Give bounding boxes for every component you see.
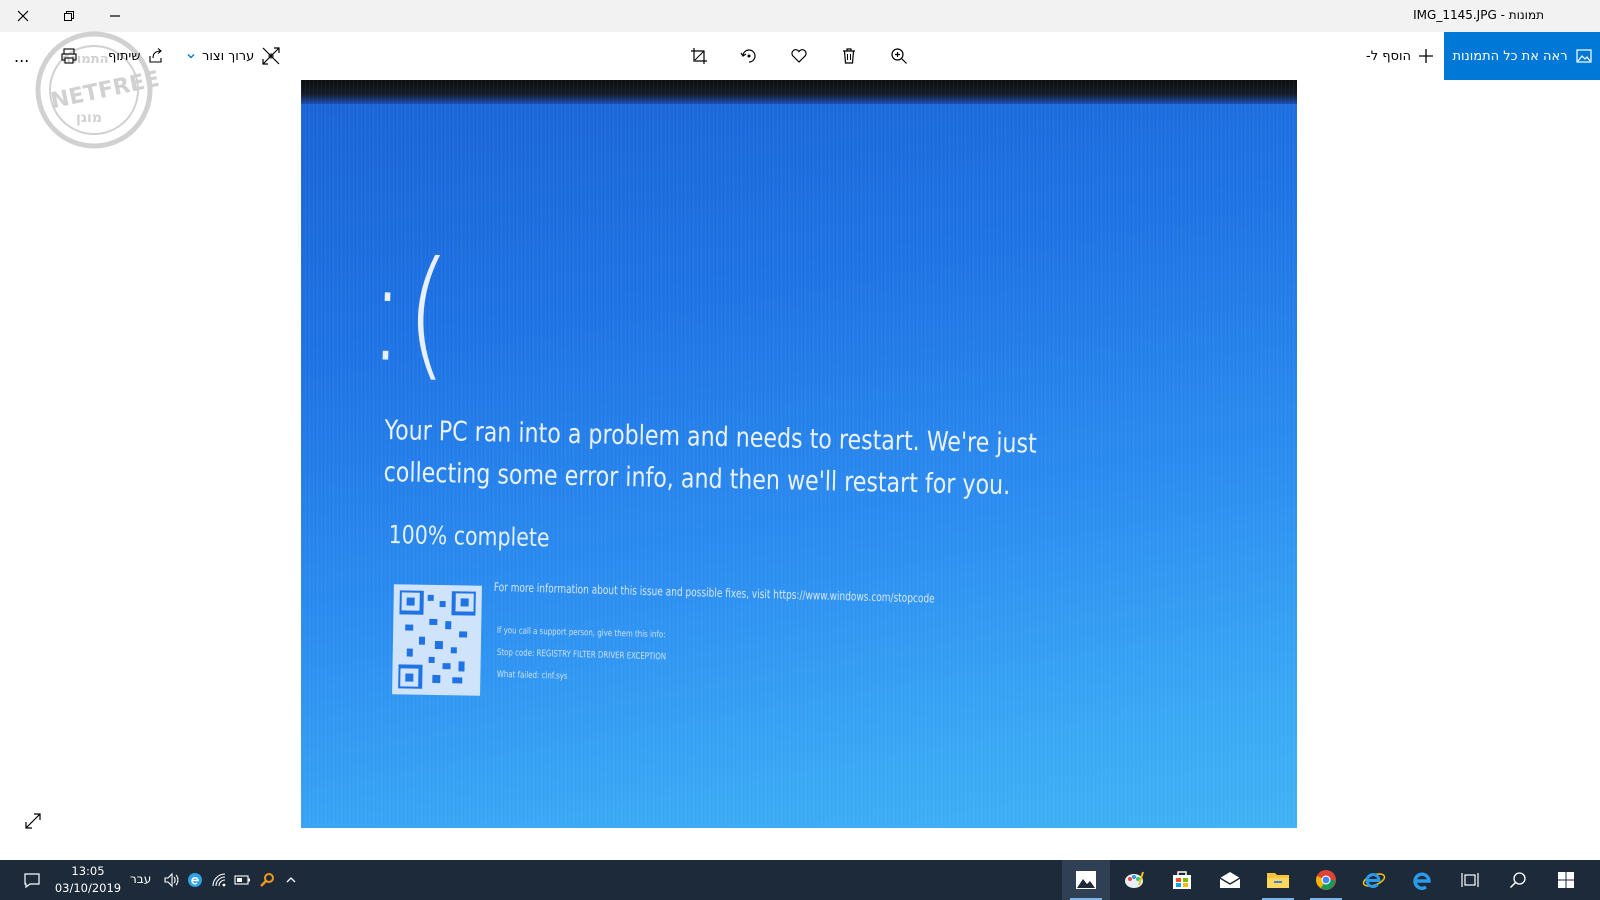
taskbar-store[interactable] <box>1158 860 1206 900</box>
start-icon <box>1558 872 1574 888</box>
taskbar-internet-explorer[interactable] <box>1350 860 1398 900</box>
minimize-button[interactable] <box>92 0 138 32</box>
taskbar: 13:05 03/10/2019 עבר <box>0 860 1600 900</box>
expand-icon <box>25 813 41 829</box>
edit-create-icon <box>262 47 280 65</box>
rotate-icon <box>740 49 756 63</box>
search-button[interactable] <box>1494 860 1542 900</box>
taskbar-photos[interactable] <box>1062 860 1110 900</box>
photo-canvas[interactable]: :( Your PC ran into a problem and needs … <box>301 80 1297 828</box>
close-icon <box>17 10 29 22</box>
taskbar-paint-3d[interactable] <box>1110 860 1158 900</box>
delete-icon <box>843 48 855 64</box>
task-view-button[interactable] <box>1446 860 1494 900</box>
photos-icon <box>1575 49 1592 63</box>
bsod-qr-code <box>392 584 482 696</box>
see-all-label: ראה את כל התמונות <box>1452 48 1568 64</box>
battery-icon <box>234 875 250 885</box>
action-center-button[interactable] <box>14 860 50 900</box>
photos-app-icon <box>1076 871 1096 889</box>
crop-icon <box>691 48 707 64</box>
title-bar: תמונות - IMG_1145.JPG <box>0 0 1600 32</box>
edge-tray-button[interactable] <box>184 860 206 900</box>
minimize-icon <box>110 15 120 17</box>
netfree-watermark: התמונה NETFREE מוגן <box>24 30 164 150</box>
photo-toolbar: ... שיתוף ערוך וצור הוסף ל- ראה את כל הת… <box>0 32 1600 80</box>
bsod-message: Your PC ran into a problem and needs to … <box>383 414 1038 502</box>
clock-date: 03/10/2019 <box>54 881 122 895</box>
show-hidden-icons-button[interactable] <box>280 860 302 900</box>
see-all-photos-button[interactable]: ראה את כל התמונות <box>1444 32 1600 80</box>
network-button[interactable] <box>208 860 230 900</box>
search-icon <box>1509 872 1526 889</box>
ie-icon <box>1362 873 1386 888</box>
task-view-icon <box>1461 873 1479 887</box>
mail-icon <box>1219 872 1241 888</box>
taskbar-file-explorer[interactable] <box>1254 860 1302 900</box>
bsod-progress: 100% complete <box>388 520 550 553</box>
language-indicator[interactable]: עבר <box>130 872 151 886</box>
qr-code-icon <box>396 588 478 691</box>
delete-button[interactable] <box>840 40 858 72</box>
paint-3d-icon <box>1125 871 1144 888</box>
taskbar-clock[interactable]: 13:05 03/10/2019 <box>52 863 124 897</box>
chevron-down-icon <box>187 54 195 59</box>
file-explorer-icon <box>1267 873 1289 888</box>
bsod-what-failed: What failed: clnf.sys <box>496 670 568 682</box>
notification-icon <box>24 873 40 889</box>
photos-app-window: תמונות - IMG_1145.JPG ... שיתוף ערוך וצו… <box>0 0 1600 860</box>
volume-icon <box>164 872 179 888</box>
restore-button[interactable] <box>46 0 92 32</box>
store-icon <box>1173 871 1191 889</box>
restore-icon <box>64 11 74 21</box>
zoom-in-icon <box>891 48 907 64</box>
clock-time: 13:05 <box>71 864 105 878</box>
start-button[interactable] <box>1542 860 1590 900</box>
chrome-icon <box>1316 870 1336 890</box>
watermark-top-text: התמונה <box>62 52 109 67</box>
rotate-button[interactable] <box>740 40 758 72</box>
volume-button[interactable] <box>160 860 182 900</box>
e-badge-icon <box>188 873 202 887</box>
search-tray-button[interactable] <box>256 860 278 900</box>
crop-button[interactable] <box>690 40 708 72</box>
edge-icon <box>1413 872 1431 890</box>
network-icon <box>212 873 226 887</box>
taskbar-edge[interactable] <box>1398 860 1446 900</box>
taskbar-mail[interactable] <box>1206 860 1254 900</box>
key-search-icon <box>260 873 274 887</box>
battery-button[interactable] <box>232 860 254 900</box>
favorite-button[interactable] <box>790 40 808 72</box>
window-title: תמונות - IMG_1145.JPG <box>1413 8 1544 22</box>
chevron-up-icon <box>286 877 296 883</box>
watermark-bottom-text: מוגן <box>76 110 102 126</box>
bsod-sad-face: :( <box>365 230 453 396</box>
add-to-label: הוסף ל- <box>1366 48 1411 64</box>
edit-create-label: ערוך וצור <box>202 48 255 64</box>
taskbar-chrome[interactable] <box>1302 860 1350 900</box>
zoom-in-button[interactable] <box>890 40 908 72</box>
edit-create-button[interactable]: ערוך וצור <box>186 40 282 72</box>
fullscreen-button[interactable] <box>24 812 48 836</box>
heart-icon <box>791 49 807 63</box>
add-to-button[interactable]: הוסף ל- <box>1366 40 1435 72</box>
close-button[interactable] <box>0 0 46 32</box>
plus-icon <box>1419 49 1433 63</box>
